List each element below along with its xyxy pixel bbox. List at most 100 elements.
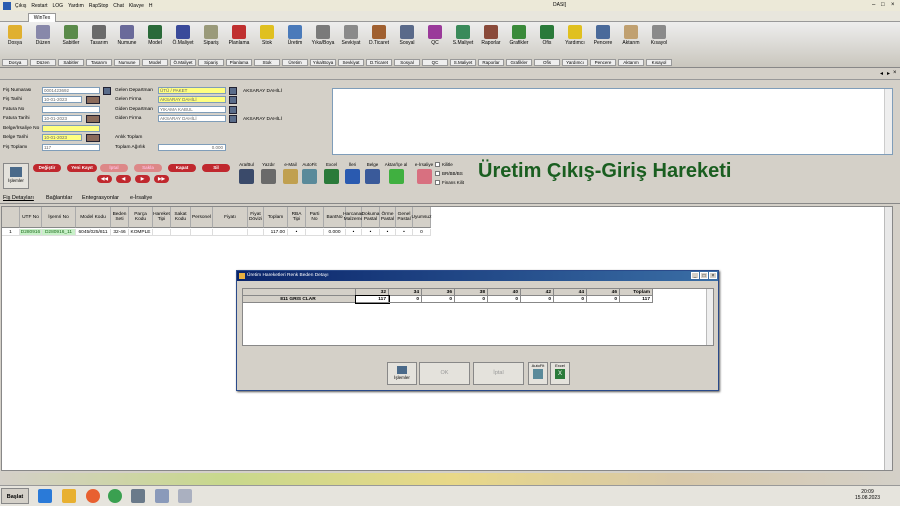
tool-button-0[interactable]: Ara/Bul [237, 162, 256, 190]
memo-scrollbar[interactable] [884, 89, 892, 154]
start-button[interactable]: Başlat [1, 488, 29, 504]
tool-button-1[interactable]: Yazdır [259, 162, 278, 190]
calendar-icon[interactable] [86, 134, 100, 142]
right-arrow-icon[interactable]: ▸ [887, 70, 890, 77]
gelen-departman-search-icon[interactable] [229, 87, 237, 95]
dialog-islemler-button[interactable]: İşlemler [387, 362, 417, 385]
tool-button-3[interactable]: AutoFit [300, 162, 319, 190]
taskbar-app3-icon[interactable] [178, 489, 192, 503]
toolbar-button-9[interactable]: Stok Stok [254, 24, 280, 66]
fis-numarasi-search-icon[interactable] [103, 87, 111, 95]
toolbar-button-22[interactable]: Aktarım Aktarım [618, 24, 644, 66]
folder-icon[interactable] [62, 489, 76, 503]
grid-cell[interactable]: 117.00 [264, 229, 288, 236]
toolbar-dropdown[interactable]: Dosya [2, 59, 28, 66]
grid-cell[interactable] [171, 229, 191, 236]
grid-header[interactable]: Personel [191, 207, 213, 228]
toolbar-button-21[interactable]: Pencere Pencere [590, 24, 616, 66]
belge-tarihi-input[interactable]: 10-01-2023 [42, 134, 82, 141]
menu-item-cikis[interactable]: Çıkış [15, 3, 26, 9]
wintex-taskbar-icon[interactable] [131, 489, 145, 503]
dialog-maximize-icon[interactable]: □ [700, 272, 708, 279]
tool-button-5[interactable]: İleri [343, 162, 362, 190]
dialog-grid-header[interactable]: 42 [521, 289, 554, 296]
grid-cell[interactable]: 32-46 [111, 229, 129, 236]
toolbar-dropdown[interactable]: Tasarım [86, 59, 112, 66]
calendar-icon[interactable] [86, 115, 100, 123]
toolbar-dropdown[interactable]: Sosyal [394, 59, 420, 66]
grid-cell[interactable]: • [362, 229, 380, 236]
system-clock[interactable]: 20:09 15.08.2023 [855, 489, 880, 501]
dialog-grid-cell[interactable]: 0 [521, 296, 554, 303]
gelen-firma-input[interactable]: AKSARAY DAHİLİ [158, 96, 226, 103]
toolbar-button-14[interactable]: Sosyal Sosyal [394, 24, 420, 66]
action-pill-2[interactable]: İptal [100, 164, 128, 172]
dialog-grid-cell[interactable]: 0 [389, 296, 422, 303]
grid-cell[interactable]: • [346, 229, 362, 236]
tool-button-4[interactable]: Excel [322, 162, 341, 190]
dialog-grid-header[interactable]: 32 [356, 289, 389, 296]
toolbar-button-5[interactable]: Model Model [142, 24, 168, 66]
menu-item-restart[interactable]: Restart [31, 3, 47, 9]
grid-cell[interactable]: • [396, 229, 413, 236]
checkbox-0[interactable]: Kilitle [435, 162, 453, 167]
grid-header[interactable]: Hareket Tipi [153, 207, 171, 228]
gelen-departman-input[interactable]: ÜTÜ / PAKET [158, 87, 226, 94]
tool-button-6[interactable]: Belge [363, 162, 382, 190]
close-tab-icon[interactable]: × [893, 70, 897, 76]
toolbar-button-15[interactable]: QC QC [422, 24, 448, 66]
dialog-excel-button[interactable]: Excel X [550, 362, 570, 385]
toolbar-dropdown[interactable]: Yardımcı [562, 59, 588, 66]
toolbar-button-4[interactable]: Numune Numune [114, 24, 140, 66]
dialog-grid-cell[interactable]: 0 [554, 296, 587, 303]
grid-cell[interactable] [306, 229, 324, 236]
grid-header[interactable]: RBA Tipi [288, 207, 306, 228]
checkbox-box[interactable] [435, 162, 440, 167]
toolbar-dropdown[interactable]: Yıka/Boya [310, 59, 336, 66]
dialog-ok-button[interactable]: OK [419, 362, 470, 385]
toolbar-dropdown[interactable]: Grafikler [506, 59, 532, 66]
dialog-grid-cell[interactable]: 0 [488, 296, 521, 303]
toolbar-dropdown[interactable]: D.Ticaret [366, 59, 392, 66]
toolbar-dropdown[interactable]: Model [142, 59, 168, 66]
grid-cell[interactable] [248, 229, 264, 236]
grid-header[interactable]: Uyumsuz [412, 207, 432, 228]
grid-header[interactable]: İşemri No [42, 207, 76, 228]
dialog-grid-header[interactable]: 36 [422, 289, 455, 296]
toolbar-button-2[interactable]: Sabitler Sabitler [58, 24, 84, 66]
toolbar-dropdown[interactable]: Kısayol [646, 59, 672, 66]
dialog-grid-header[interactable]: Toplam [620, 289, 653, 296]
menu-item-rapstop[interactable]: RapStop [89, 3, 108, 9]
giden-departman-search-icon[interactable] [229, 106, 237, 114]
tool-button-7[interactable]: Aktar/İçe al [384, 162, 408, 190]
grid-cell[interactable] [191, 229, 213, 236]
action-pill-1[interactable]: Yeni Kayıt [67, 164, 97, 172]
last-record-icon[interactable]: ▶▶ [154, 175, 169, 183]
toolbar-dropdown[interactable]: Sabitler [58, 59, 84, 66]
toolbar-button-10[interactable]: Üretim Üretim [282, 24, 308, 66]
action-pill-5[interactable]: Sil [202, 164, 230, 172]
grid-cell[interactable] [153, 229, 171, 236]
grid-header[interactable] [2, 207, 20, 228]
dialog-grid-cell[interactable]: 117 [355, 295, 390, 304]
grid-header[interactable]: Örme Pastal [380, 207, 396, 228]
grid-header[interactable]: Parti No [306, 207, 324, 228]
checkbox-1[interactable]: BR/BB/BS [435, 171, 463, 176]
toolbar-button-18[interactable]: Grafikler Grafikler [506, 24, 532, 66]
islemler-button[interactable]: İşlemler [3, 163, 29, 189]
dialog-grid-header[interactable]: 46 [587, 289, 620, 296]
toolbar-button-13[interactable]: D.Ticaret D.Ticaret [366, 24, 392, 66]
action-pill-3[interactable]: Sakla [134, 164, 162, 172]
toolbar-dropdown[interactable]: Üretim [282, 59, 308, 66]
grid-scrollbar[interactable] [884, 207, 892, 470]
tab-fis-detaylari[interactable]: Fiş Detayları [3, 195, 34, 201]
grid-header[interactable]: Harcanan Malzeme [343, 207, 364, 228]
dialog-grid-cell[interactable]: 0 [422, 296, 455, 303]
toolbar-dropdown[interactable]: Ofis [534, 59, 560, 66]
dialog-grid-scrollbar[interactable] [706, 289, 713, 345]
grid-cell[interactable]: • [380, 229, 396, 236]
action-pill-4[interactable]: Kapat [168, 164, 196, 172]
toolbar-dropdown[interactable]: Numune [114, 59, 140, 66]
grid-cell[interactable]: 1 [2, 229, 20, 236]
checkbox-2[interactable]: Finans Kilit [435, 180, 464, 185]
